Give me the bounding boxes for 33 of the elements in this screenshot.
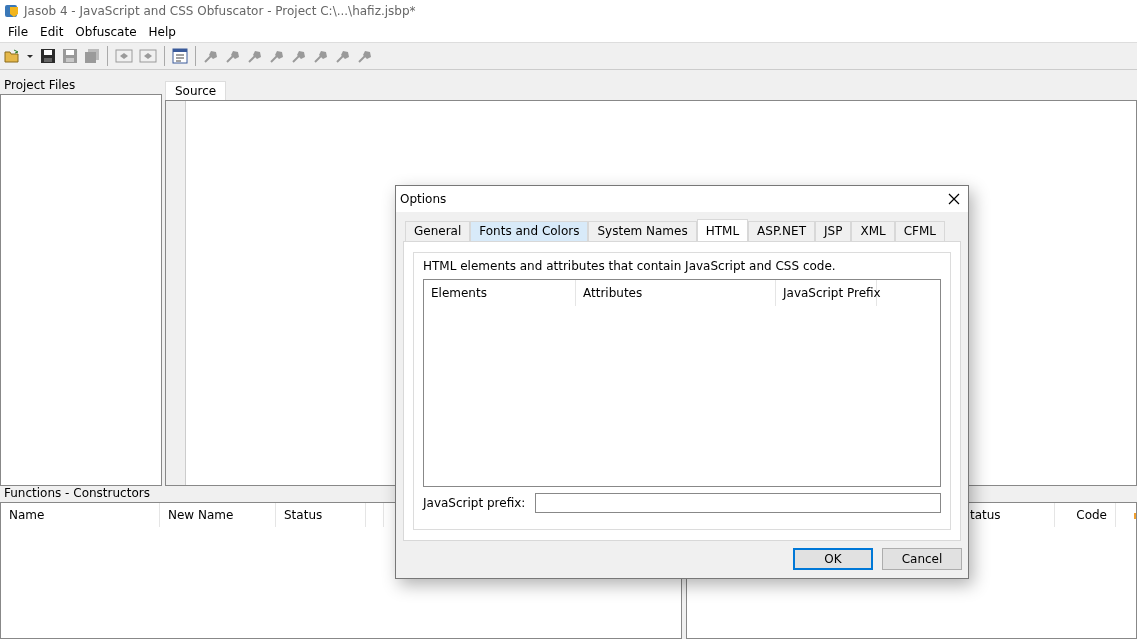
tab[interactable]: JSP (815, 221, 852, 241)
panel-title: Project Files (3, 78, 76, 94)
panel-title: Functions - Constructors (3, 486, 150, 502)
window-title: Jasob 4 - JavaScript and CSS Obfuscator - Project C:\...\hafiz.jsbp* (24, 4, 416, 18)
menu-item[interactable]: Obfuscate (69, 25, 143, 39)
open-folder-icon[interactable] (4, 48, 20, 64)
column-header[interactable]: Code (1055, 503, 1116, 527)
dialog-title: Options (400, 192, 447, 206)
tab[interactable]: Fonts and Colors (470, 221, 589, 241)
tab[interactable]: ASP.NET (748, 221, 815, 241)
document-icon[interactable] (172, 48, 188, 64)
menu-item[interactable]: Help (142, 25, 182, 39)
description-text: HTML elements and attributes that contain JavaScript and CSS code. (423, 259, 836, 273)
tab[interactable]: Source (165, 81, 227, 100)
menu-item[interactable]: File (2, 25, 35, 39)
app-icon (4, 3, 20, 19)
tab[interactable]: General (405, 221, 471, 241)
prefix-field[interactable] (535, 493, 941, 513)
close-icon[interactable] (948, 193, 960, 205)
column-header[interactable]: Elements (424, 280, 576, 306)
column-header[interactable]: Attributes (576, 280, 776, 306)
dialog-button[interactable]: Cancel (882, 548, 962, 570)
tab[interactable]: System Names (588, 221, 697, 241)
field-label: JavaScript prefix: (423, 496, 526, 510)
tab[interactable]: HTML (696, 219, 749, 241)
menu-item[interactable]: Edit (34, 25, 70, 39)
tab[interactable]: CFML (894, 221, 945, 241)
column-header[interactable]: Status (276, 503, 366, 527)
column-header[interactable]: Name (1, 503, 160, 527)
tab[interactable]: XML (851, 221, 895, 241)
column-header[interactable]: New Name (160, 503, 276, 527)
dialog-button[interactable]: OK (793, 548, 873, 570)
marker-icon (1134, 513, 1136, 519)
